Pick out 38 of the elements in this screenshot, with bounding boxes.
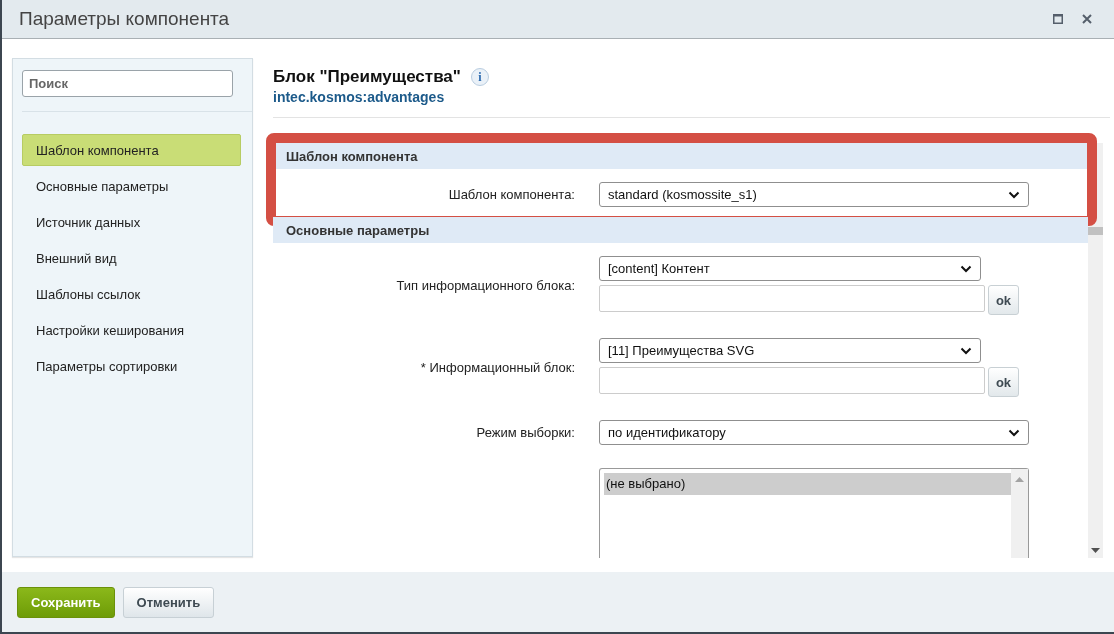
- sidebar-item[interactable]: Внешний вид: [22, 242, 241, 274]
- close-icon[interactable]: [1082, 14, 1092, 24]
- sidebar-item[interactable]: Настройки кеширования: [22, 314, 241, 346]
- filter-field[interactable]: [599, 285, 985, 312]
- dropdown[interactable]: [content] Контент: [599, 256, 981, 281]
- component-code: intec.kosmos:advantages: [273, 89, 446, 105]
- dropdown[interactable]: [11] Преимущества SVG: [599, 338, 981, 363]
- chevron-icon: [960, 346, 972, 355]
- section-header: Основные параметры: [273, 217, 1088, 243]
- dropdown[interactable]: standard (kosmossite_s1): [599, 182, 1029, 207]
- field-label: Тип информационного блока:: [395, 278, 575, 293]
- chevron-icon: [1008, 428, 1020, 437]
- section-header: Шаблон компонента: [273, 143, 1088, 169]
- info-button[interactable]: i: [470, 68, 489, 86]
- cancel-button[interactable]: Отменить: [122, 586, 215, 618]
- sidebar-item[interactable]: Источник данных: [22, 206, 241, 238]
- ok-button[interactable]: ok: [988, 367, 1019, 397]
- search-field[interactable]: Поиск: [22, 70, 233, 97]
- window-title: Параметры компонента: [19, 8, 230, 30]
- dropdown[interactable]: по идентификатору: [599, 420, 1029, 445]
- field-label: * Информационный блок:: [419, 360, 575, 375]
- component-title: Блок "Преимущества": [273, 67, 461, 87]
- sidebar-item[interactable]: Параметры сортировки: [22, 350, 241, 382]
- field-label: Шаблон компонента:: [447, 187, 575, 202]
- chevron-icon: [960, 264, 972, 273]
- listbox[interactable]: (не выбрано): [599, 468, 1029, 558]
- field-label: Режим выборки:: [475, 425, 575, 440]
- ok-button[interactable]: ok: [988, 285, 1019, 315]
- sidebar-item[interactable]: Основные параметры: [22, 170, 241, 202]
- sidebar-item[interactable]: Шаблон компонента: [22, 134, 241, 166]
- chevron-icon: [1008, 190, 1020, 199]
- filter-field[interactable]: [599, 367, 985, 394]
- list-option[interactable]: (не выбрано): [604, 473, 1011, 495]
- scroll-down-icon[interactable]: [1091, 548, 1100, 553]
- maximize-icon[interactable]: [1053, 14, 1063, 24]
- scroll-up-icon[interactable]: [1015, 477, 1024, 482]
- scrollbar-thumb[interactable]: [1088, 227, 1103, 235]
- sidebar-item[interactable]: Шаблоны ссылок: [22, 278, 241, 310]
